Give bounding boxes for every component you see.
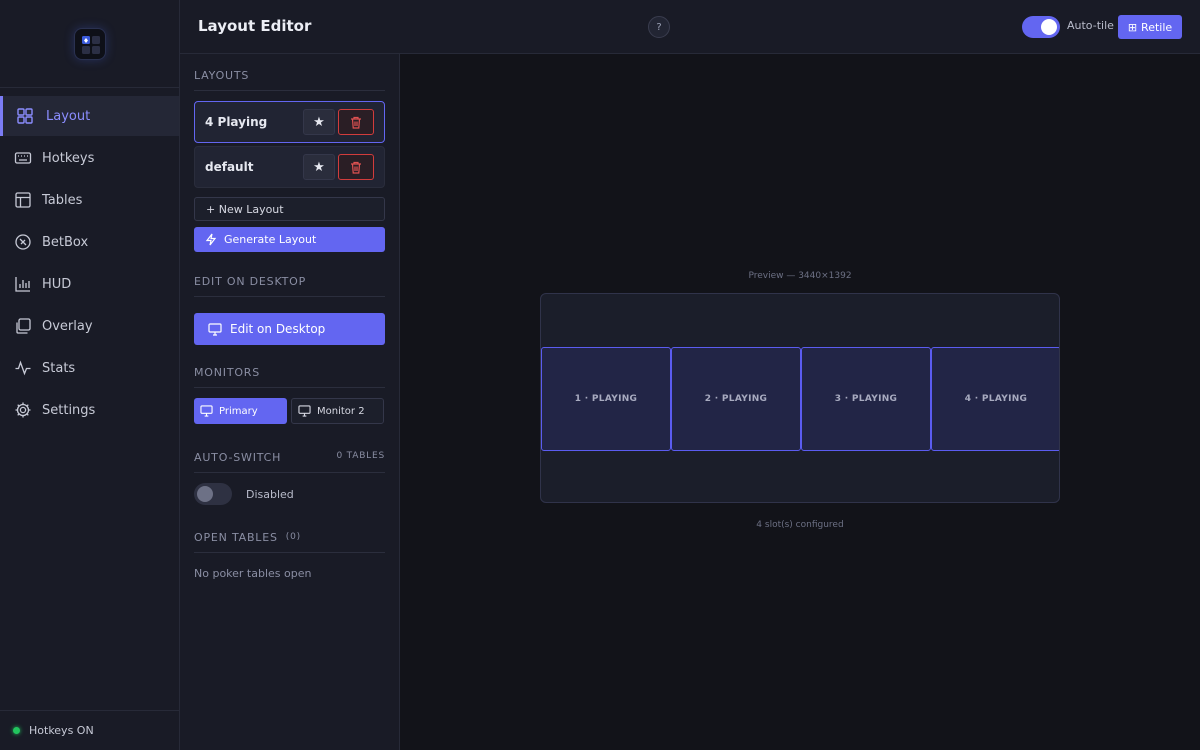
table-slot[interactable]: 1 · PLAYING xyxy=(541,347,671,451)
sidebar-nav: Layout Hotkeys Tables BetBox HUD Overlay… xyxy=(0,88,179,430)
status-dot-icon xyxy=(13,727,20,734)
preview-label: Preview — 3440×1392 xyxy=(748,271,852,281)
sidebar-item-tables[interactable]: Tables xyxy=(0,180,179,220)
sidebar-item-label: Stats xyxy=(42,360,76,376)
grid-icon: ⊞ xyxy=(1127,20,1138,34)
sidebar-item-hotkeys[interactable]: Hotkeys xyxy=(0,138,179,178)
sidebar-item-label: Overlay xyxy=(42,318,93,334)
generate-layout-label: Generate Layout xyxy=(224,233,317,246)
logo-area xyxy=(0,0,179,88)
layout-name: default xyxy=(205,160,254,174)
layout-card[interactable]: 4 Playing ★ xyxy=(194,101,385,143)
hotkeys-status: Hotkeys ON xyxy=(0,710,179,750)
top-header: Layout Editor ? Auto-tile ⊞ Retile xyxy=(180,0,1200,54)
auto-switch-toggle[interactable] xyxy=(194,483,232,505)
auto-tile-toggle[interactable] xyxy=(1022,16,1060,38)
auto-switch-count: 0 TABLES xyxy=(336,451,385,461)
sidebar-item-settings[interactable]: Settings xyxy=(0,390,179,430)
auto-tile-label: Auto-tile xyxy=(1067,19,1114,32)
open-tables-empty: No poker tables open xyxy=(194,567,312,580)
help-button[interactable]: ? xyxy=(648,16,670,38)
layout-preview-canvas: 1 · PLAYING 2 · PLAYING 3 · PLAYING 4 · … xyxy=(540,293,1060,503)
monitor-button-2[interactable]: Monitor 2 xyxy=(291,398,384,424)
section-heading: LAYOUTS xyxy=(194,69,385,91)
sidebar-item-layout[interactable]: Layout xyxy=(0,96,179,136)
trash-icon xyxy=(351,161,361,174)
toggle-knob xyxy=(1041,19,1057,35)
table-slot[interactable]: 3 · PLAYING xyxy=(801,347,931,451)
layouts-section: LAYOUTS 4 Playing ★ default ★ + New Layo… xyxy=(194,69,385,580)
favorite-button[interactable]: ★ xyxy=(303,154,335,180)
layout-card[interactable]: default ★ xyxy=(194,146,385,188)
delete-button[interactable] xyxy=(338,109,374,135)
table-icon xyxy=(14,191,32,209)
monitors-heading: MONITORS xyxy=(194,366,261,379)
section-heading: OPEN TABLES (0) xyxy=(194,531,385,553)
favorite-button[interactable]: ★ xyxy=(303,109,335,135)
generate-layout-button[interactable]: Generate Layout xyxy=(194,227,385,252)
sidebar-item-stats[interactable]: Stats xyxy=(0,348,179,388)
edit-on-desktop-button[interactable]: Edit on Desktop xyxy=(194,313,385,345)
monitor-icon xyxy=(200,405,213,417)
open-tables-count: (0) xyxy=(285,532,301,542)
sidebar-item-label: BetBox xyxy=(42,234,89,250)
grid-icon xyxy=(16,107,34,125)
retile-label: Retile xyxy=(1141,20,1173,34)
layout-panel: LAYOUTS 4 Playing ★ default ★ + New Layo… xyxy=(180,54,400,750)
auto-switch-state: Disabled xyxy=(246,487,294,501)
star-icon: ★ xyxy=(313,159,325,175)
sidebar-item-label: Layout xyxy=(46,108,91,124)
new-layout-button[interactable]: + New Layout xyxy=(194,197,385,221)
sidebar-item-betbox[interactable]: BetBox xyxy=(0,222,179,262)
hotkeys-status-text: Hotkeys ON xyxy=(29,724,94,737)
edit-on-desktop-label: Edit on Desktop xyxy=(230,322,326,336)
preview-area: Preview — 3440×1392 1 · PLAYING 2 · PLAY… xyxy=(400,54,1200,750)
monitor-selector: Primary Monitor 2 xyxy=(194,398,385,424)
sidebar-item-label: Tables xyxy=(42,192,83,208)
lightning-icon xyxy=(205,233,217,246)
monitor-label: Primary xyxy=(219,405,258,417)
table-slot[interactable]: 2 · PLAYING xyxy=(671,347,801,451)
monitor-label: Monitor 2 xyxy=(317,405,365,417)
monitor-icon xyxy=(208,322,222,336)
keyboard-icon xyxy=(14,149,32,167)
sidebar-item-overlay[interactable]: Overlay xyxy=(0,306,179,346)
table-slot[interactable]: 4 · PLAYING xyxy=(931,347,1059,451)
app-logo-icon xyxy=(73,27,106,60)
section-heading: MONITORS xyxy=(194,366,385,388)
sidebar-item-label: Hotkeys xyxy=(42,150,95,166)
open-tables-heading: OPEN TABLES xyxy=(194,531,278,544)
bar-chart-icon xyxy=(14,275,32,293)
activity-icon xyxy=(14,359,32,377)
slot-summary: 4 slot(s) configured xyxy=(756,520,844,530)
sidebar: Layout Hotkeys Tables BetBox HUD Overlay… xyxy=(0,0,180,750)
star-icon: ★ xyxy=(313,114,325,130)
auto-switch-heading: AUTO-SWITCH xyxy=(194,451,282,464)
section-heading: EDIT ON DESKTOP xyxy=(194,275,385,297)
retile-button[interactable]: ⊞ Retile xyxy=(1118,15,1182,39)
layout-name: 4 Playing xyxy=(205,115,268,129)
gear-icon xyxy=(14,401,32,419)
monitor-icon xyxy=(298,405,311,417)
sidebar-item-label: Settings xyxy=(42,402,96,418)
page-title: Layout Editor xyxy=(198,17,312,35)
desktop-heading: EDIT ON DESKTOP xyxy=(194,275,307,288)
auto-switch-row: Disabled xyxy=(194,483,385,505)
trash-icon xyxy=(351,116,361,129)
sidebar-item-label: HUD xyxy=(42,276,72,292)
delete-button[interactable] xyxy=(338,154,374,180)
chip-icon xyxy=(14,233,32,251)
layouts-heading: LAYOUTS xyxy=(194,69,250,82)
toggle-knob xyxy=(197,486,213,502)
section-heading: AUTO-SWITCH 0 TABLES xyxy=(194,451,385,473)
monitor-button-primary[interactable]: Primary xyxy=(194,398,287,424)
layers-icon xyxy=(14,317,32,335)
sidebar-item-hud[interactable]: HUD xyxy=(0,264,179,304)
